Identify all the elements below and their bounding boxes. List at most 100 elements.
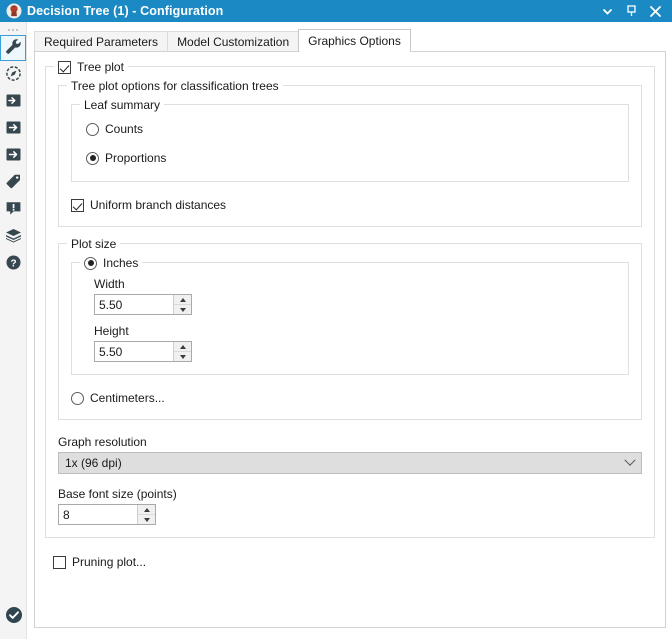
graph-resolution-block: Graph resolution 1x (96 dpi) — [58, 435, 642, 474]
rail-item-output-1[interactable] — [0, 116, 26, 142]
tag-icon — [5, 173, 22, 193]
width-spin-buttons — [173, 295, 191, 314]
rail-item-package[interactable] — [0, 224, 26, 250]
rail-item-compass[interactable] — [0, 62, 26, 88]
classification-trees-label: Tree plot options for classification tre… — [71, 79, 279, 93]
check-circle-icon[interactable] — [5, 606, 23, 627]
warning-callout-icon — [5, 200, 22, 220]
inches-group-header: Inches — [80, 255, 143, 271]
base-font-size-label: Base font size (points) — [58, 487, 177, 501]
tab-label: Model Customization — [177, 35, 290, 49]
inches-radio[interactable] — [84, 256, 97, 270]
svg-text:?: ? — [10, 258, 16, 269]
uniform-branch-distances-label: Uniform branch distances — [90, 198, 227, 212]
arrow-down-icon — [143, 517, 150, 522]
rail-item-input[interactable] — [0, 89, 26, 115]
counts-label: Counts — [105, 122, 144, 136]
tree-plot-group: Tree plot Tree plot options for classifi… — [45, 59, 655, 538]
height-spin-buttons — [173, 342, 191, 361]
height-spin-down[interactable] — [174, 352, 191, 361]
base-font-size-spin-buttons — [137, 505, 155, 524]
tab-label: Graphics Options — [308, 34, 401, 48]
rail-item-messages[interactable] — [0, 197, 26, 223]
configuration-window: Decision Tree (1) - Configuration ? Requ… — [0, 0, 672, 639]
centimeters-row[interactable]: Centimeters... — [71, 389, 629, 407]
classification-trees-group-header: Tree plot options for classification tre… — [67, 78, 283, 94]
inches-label: Inches — [103, 256, 139, 270]
arrow-down-icon — [179, 354, 186, 359]
graphics-options-panel: Tree plot Tree plot options for classifi… — [34, 51, 666, 628]
rail-item-wrench[interactable] — [0, 35, 26, 61]
window-controls — [600, 3, 668, 19]
uniform-branch-distances-checkbox[interactable] — [71, 198, 84, 212]
help-icon: ? — [5, 254, 22, 274]
tool-rail: ? — [0, 22, 27, 639]
minimize-icon[interactable] — [600, 3, 614, 19]
proportions-radio[interactable] — [86, 151, 99, 165]
graph-resolution-label: Graph resolution — [58, 435, 147, 449]
base-font-size-spin-up[interactable] — [138, 505, 155, 515]
width-stepper[interactable]: 5.50 — [94, 294, 192, 315]
decision-tree-icon — [6, 3, 22, 19]
base-font-size-block: Base font size (points) 8 — [58, 487, 642, 525]
leaf-summary-option-proportions[interactable]: Proportions — [86, 149, 616, 167]
tab-required-parameters[interactable]: Required Parameters — [34, 31, 169, 52]
base-font-size-input[interactable]: 8 — [59, 505, 137, 524]
leaf-summary-option-counts[interactable]: Counts — [86, 120, 616, 138]
uniform-branch-distances-row[interactable]: Uniform branch distances — [71, 196, 629, 214]
proportions-label: Proportions — [105, 151, 167, 165]
input-arrow-icon — [5, 92, 22, 112]
plot-size-group: Plot size Inches Width 5.50 Height 5.50 … — [58, 236, 642, 420]
window-title: Decision Tree (1) - Configuration — [27, 4, 224, 18]
tab-bar: Required Parameters Model Customization … — [34, 29, 672, 52]
arrow-up-icon — [143, 507, 150, 512]
rail-item-help[interactable]: ? — [0, 251, 26, 277]
pin-icon[interactable] — [624, 3, 638, 19]
tree-plot-label: Tree plot — [77, 60, 124, 74]
tab-graphics-options[interactable]: Graphics Options — [298, 29, 411, 52]
base-font-size-stepper[interactable]: 8 — [58, 504, 156, 525]
graph-resolution-select[interactable]: 1x (96 dpi) — [58, 452, 642, 474]
height-spin-up[interactable] — [174, 342, 191, 352]
width-field-block: Width 5.50 — [94, 277, 616, 315]
wrench-icon — [5, 38, 22, 58]
close-icon[interactable] — [648, 3, 662, 19]
width-spin-up[interactable] — [174, 295, 191, 305]
chevron-down-icon — [619, 454, 641, 467]
classification-trees-group: Tree plot options for classification tre… — [58, 78, 642, 227]
compass-icon — [5, 65, 22, 85]
rail-status — [0, 606, 27, 627]
height-stepper[interactable]: 5.50 — [94, 341, 192, 362]
plot-size-label: Plot size — [71, 237, 117, 251]
rail-item-output-2[interactable] — [0, 143, 26, 169]
arrow-down-icon — [179, 307, 186, 312]
height-input[interactable]: 5.50 — [95, 342, 173, 361]
width-input[interactable]: 5.50 — [95, 295, 173, 314]
pruning-plot-row[interactable]: Pruning plot... — [53, 553, 655, 571]
counts-radio[interactable] — [86, 122, 99, 136]
rail-drag-handle[interactable] — [0, 22, 26, 34]
graph-resolution-value: 1x (96 dpi) — [65, 456, 122, 470]
width-spin-down[interactable] — [174, 305, 191, 314]
arrow-up-icon — [179, 344, 186, 349]
base-font-size-spin-down[interactable] — [138, 515, 155, 524]
tree-plot-checkbox[interactable] — [58, 60, 71, 74]
centimeters-label: Centimeters... — [90, 391, 165, 405]
plot-size-group-header: Plot size — [67, 236, 121, 252]
tab-label: Required Parameters — [44, 35, 159, 49]
height-label: Height — [94, 324, 129, 338]
leaf-summary-label: Leaf summary — [84, 98, 161, 112]
centimeters-radio[interactable] — [71, 391, 84, 405]
arrow-up-icon — [179, 297, 186, 302]
inches-group: Inches Width 5.50 Height 5.50 — [71, 255, 629, 375]
rail-item-tag[interactable] — [0, 170, 26, 196]
tree-plot-group-header: Tree plot — [54, 59, 128, 75]
window-titlebar: Decision Tree (1) - Configuration — [0, 0, 672, 22]
output-arrow-2-icon — [5, 146, 22, 166]
tab-model-customization[interactable]: Model Customization — [167, 31, 300, 52]
height-field-block: Height 5.50 — [94, 324, 616, 362]
leaf-summary-group-header: Leaf summary — [80, 97, 165, 113]
output-arrow-icon — [5, 119, 22, 139]
package-icon — [5, 227, 22, 247]
pruning-plot-checkbox[interactable] — [53, 555, 66, 569]
